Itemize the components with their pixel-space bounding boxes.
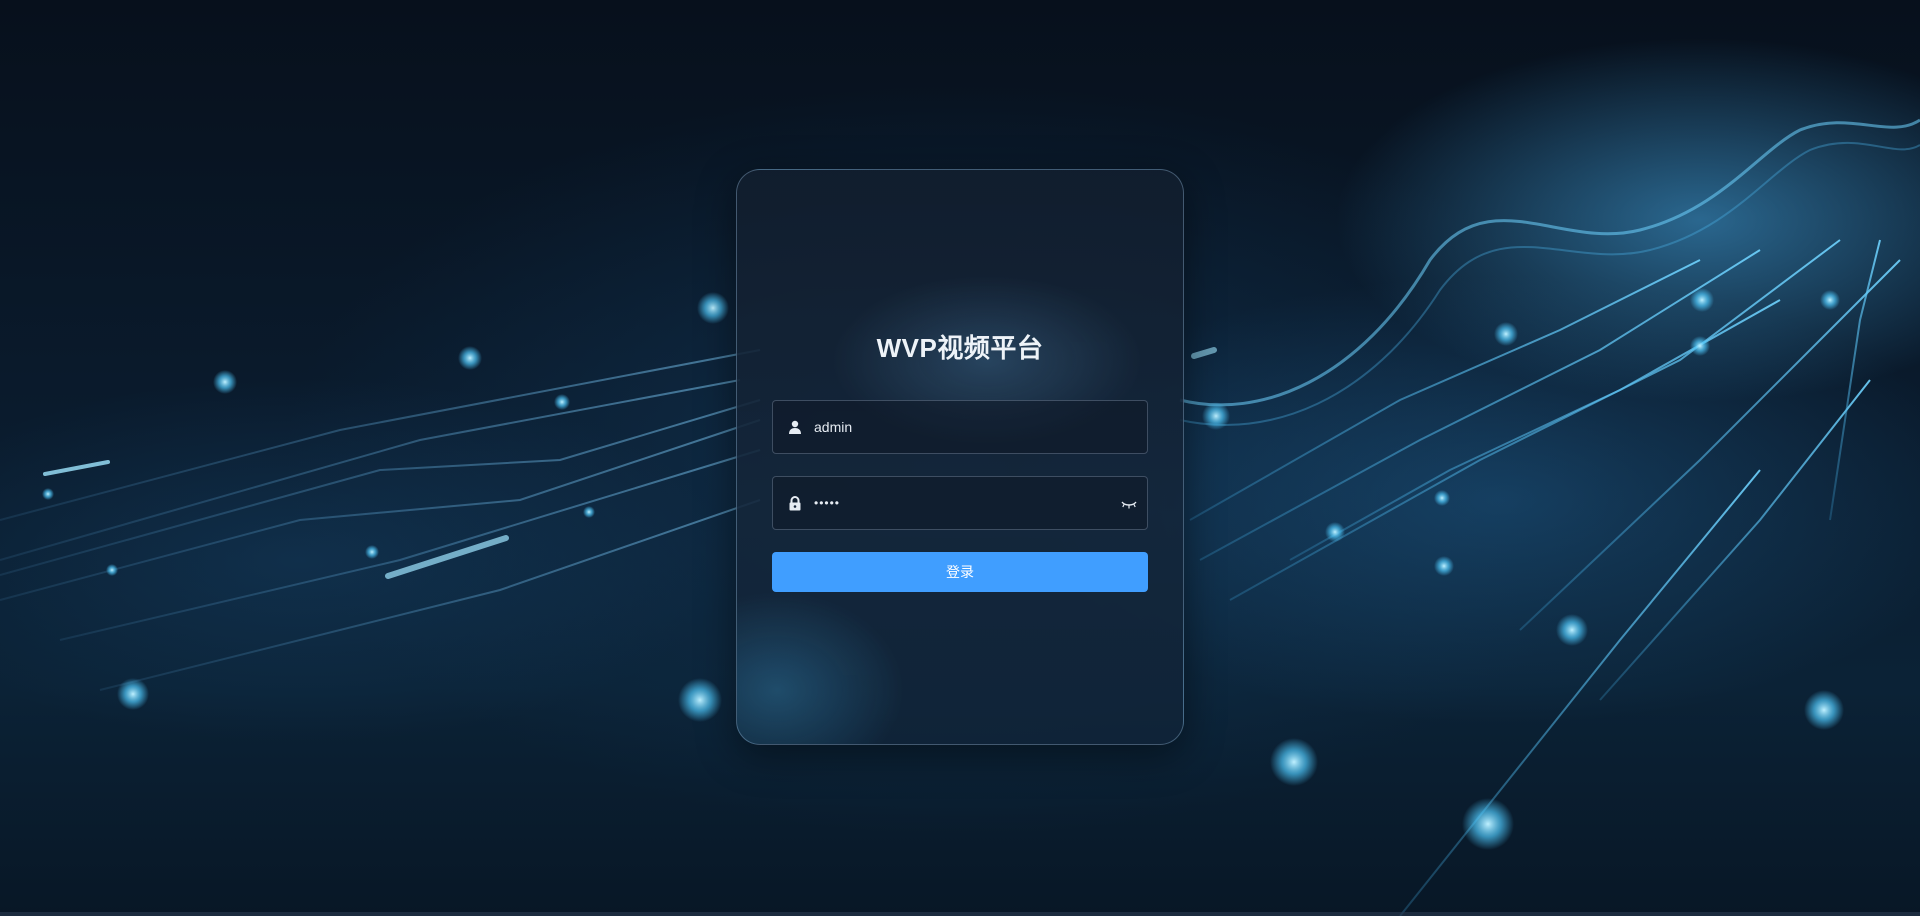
page-title: WVP视频平台 bbox=[876, 333, 1044, 363]
password-value[interactable]: ••••• bbox=[814, 496, 1120, 510]
login-card: WVP视频平台 admin ••••• 登录 bbox=[736, 169, 1184, 745]
username-field[interactable]: admin bbox=[772, 400, 1148, 454]
eye-closed-icon[interactable] bbox=[1120, 497, 1138, 509]
login-button[interactable]: 登录 bbox=[772, 552, 1148, 592]
lock-icon bbox=[787, 495, 803, 511]
username-value[interactable]: admin bbox=[814, 419, 1147, 435]
password-field[interactable]: ••••• bbox=[772, 476, 1148, 530]
user-icon bbox=[787, 419, 803, 435]
